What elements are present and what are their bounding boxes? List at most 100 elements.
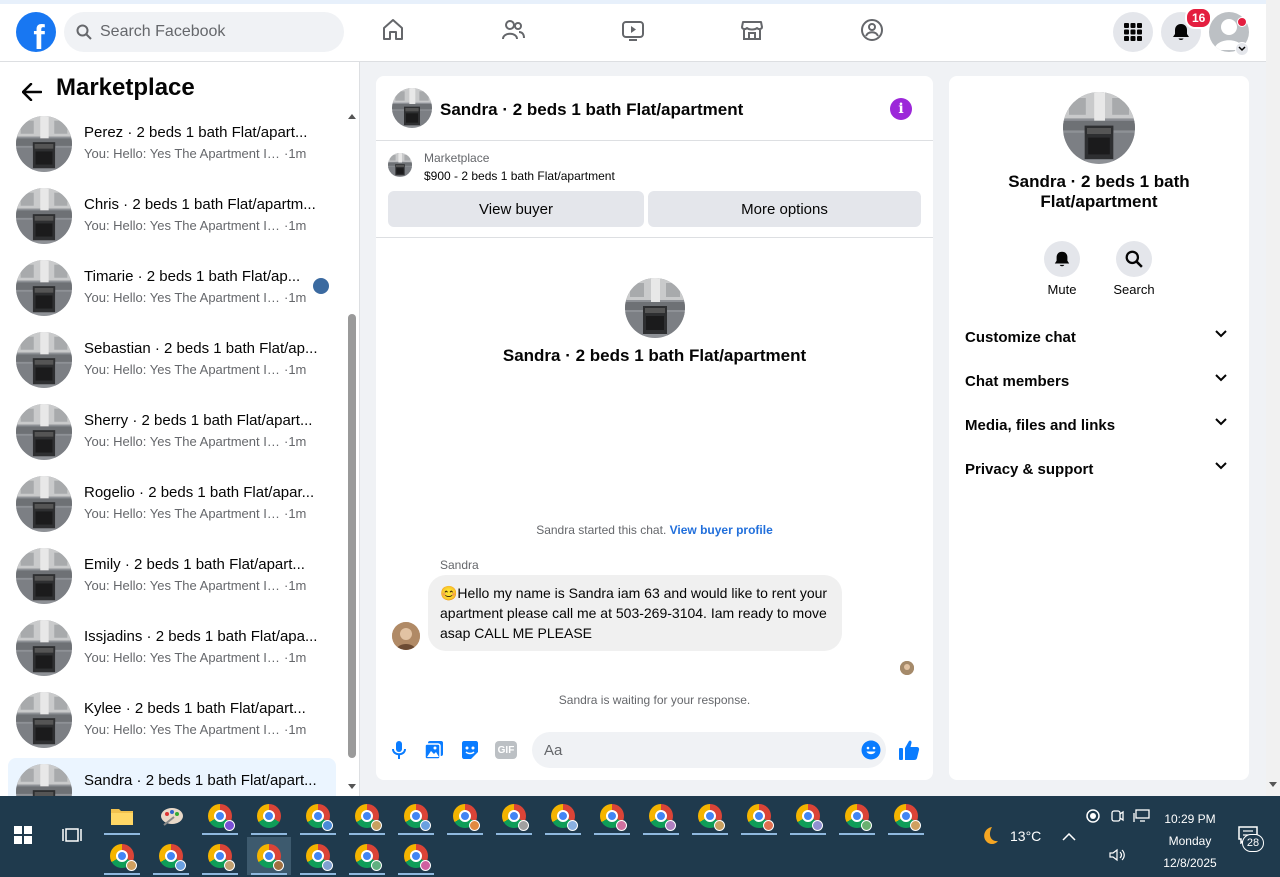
chrome-browser-icon[interactable] [541, 797, 585, 835]
thumbs-up-icon[interactable] [898, 739, 920, 761]
chevron-down-icon[interactable] [1235, 42, 1249, 56]
info-section-privacy-support[interactable]: Privacy & support [957, 449, 1241, 489]
info-section-chat-members[interactable]: Chat members [957, 361, 1241, 401]
chevron-down-icon [1215, 462, 1227, 470]
more-options-button[interactable]: More options [648, 191, 921, 227]
facebook-logo[interactable]: f [16, 12, 56, 52]
meet-now-icon[interactable] [1110, 809, 1124, 826]
conversation-item[interactable]: Chris · 2 beds 1 bath Flat/apartm... You:… [8, 182, 336, 250]
top-navigation-bar: f 16 [0, 0, 1266, 62]
microphone-icon[interactable] [388, 739, 410, 761]
chrome-browser-icon[interactable] [639, 797, 683, 835]
info-thumbnail[interactable] [1063, 92, 1135, 164]
chrome-browser-icon[interactable] [835, 797, 879, 835]
conversation-name: Kylee · 2 beds 1 bath Flat/apart... [84, 700, 306, 717]
info-section-media-files-and-links[interactable]: Media, files and links [957, 405, 1241, 445]
chrome-browser-icon[interactable] [786, 797, 830, 835]
chrome-browser-icon[interactable] [443, 797, 487, 835]
paint-app-icon[interactable] [150, 797, 194, 835]
window-scrollbar[interactable] [1266, 0, 1280, 796]
network-icon[interactable] [1133, 809, 1151, 826]
scrollbar-thumb[interactable] [348, 314, 356, 758]
emoji-icon[interactable] [860, 739, 882, 761]
conversation-item[interactable]: Perez · 2 beds 1 bath Flat/apart... You: … [8, 110, 336, 178]
gaming-icon[interactable] [858, 16, 886, 44]
conversation-thumbnail [16, 764, 72, 796]
conversation-item[interactable]: Sandra · 2 beds 1 bath Flat/apart... [8, 758, 336, 796]
marketplace-store-icon[interactable] [738, 16, 766, 44]
conversation-item[interactable]: Emily · 2 beds 1 bath Flat/apart... You: … [8, 542, 336, 610]
system-clock[interactable]: 10:29 PM Monday 12/8/2025 [1150, 808, 1230, 874]
chrome-browser-icon[interactable] [394, 797, 438, 835]
conversation-thumbnail [16, 548, 72, 604]
chat-thumbnail[interactable] [392, 88, 432, 128]
search-in-chat-button[interactable]: Search [1099, 241, 1169, 297]
windows-start-icon[interactable] [14, 826, 32, 844]
chrome-browser-icon[interactable] [198, 837, 242, 875]
message-bubble[interactable]: 😊Hello my name is Sandra iam 63 and woul… [428, 575, 842, 651]
chrome-browser-icon[interactable] [100, 837, 144, 875]
chrome-browser-icon[interactable] [345, 797, 389, 835]
listing-title[interactable]: $900 - 2 beds 1 bath Flat/apartment [424, 169, 615, 183]
chrome-browser-icon[interactable] [296, 797, 340, 835]
message-input[interactable] [532, 732, 886, 768]
friends-icon[interactable] [499, 16, 527, 44]
window-scroll-down-arrow[interactable] [1269, 782, 1277, 787]
sticker-icon[interactable] [459, 739, 481, 761]
conversation-name: Sandra · 2 beds 1 bath Flat/apart... [84, 772, 317, 789]
chrome-browser-icon[interactable] [296, 837, 340, 875]
mute-label: Mute [1047, 282, 1077, 297]
chrome-browser-icon[interactable] [345, 837, 389, 875]
chrome-browser-icon[interactable] [590, 797, 634, 835]
conversation-item[interactable]: Sebastian · 2 beds 1 bath Flat/ap... You:… [8, 326, 336, 394]
task-view-icon[interactable] [62, 826, 82, 844]
watch-video-icon[interactable] [619, 16, 647, 44]
conversation-item[interactable]: Rogelio · 2 beds 1 bath Flat/apar... You:… [8, 470, 336, 538]
view-buyer-button[interactable]: View buyer [388, 191, 644, 227]
scroll-up-arrow[interactable] [348, 114, 356, 119]
file-explorer-icon[interactable] [100, 797, 144, 835]
sidebar-scrollbar[interactable] [346, 110, 358, 796]
chrome-browser-icon[interactable] [198, 797, 242, 835]
conversation-item[interactable]: Sherry · 2 beds 1 bath Flat/apart... You:… [8, 398, 336, 466]
chrome-browser-icon[interactable] [247, 837, 291, 875]
photo-attach-icon[interactable] [423, 739, 445, 761]
conversation-item[interactable]: Timarie · 2 beds 1 bath Flat/ap... You: H… [8, 254, 336, 322]
conversation-preview: You: Hello: Yes The Apartment Is St... ·1… [84, 434, 306, 449]
info-section-customize-chat[interactable]: Customize chat [957, 317, 1241, 357]
conversation-last-message: You: Hello: Yes The Apartment Is St... [84, 650, 284, 665]
sender-avatar[interactable] [392, 622, 420, 650]
chrome-browser-icon[interactable] [394, 837, 438, 875]
conversation-last-message: You: Hello: Yes The Apartment Is St... [84, 218, 284, 233]
conversation-item[interactable]: Issjadins · 2 beds 1 bath Flat/apa... You… [8, 614, 336, 682]
chrome-browser-icon[interactable] [492, 797, 536, 835]
conversation-thumbnail [16, 692, 72, 748]
chrome-browser-icon[interactable] [247, 797, 291, 835]
chrome-browser-icon[interactable] [149, 837, 193, 875]
temperature: 13°C [1010, 828, 1042, 844]
search-box[interactable] [64, 12, 344, 52]
record-icon[interactable] [1086, 809, 1100, 826]
menu-grid-button[interactable] [1113, 12, 1153, 52]
chat-title[interactable]: Sandra · 2 beds 1 bath Flat/apartment [440, 100, 743, 120]
chrome-browser-icon[interactable] [737, 797, 781, 835]
weather-widget[interactable]: 13°C [976, 824, 1041, 848]
listing-thumbnail[interactable] [388, 153, 412, 177]
conversation-item[interactable]: Kylee · 2 beds 1 bath Flat/apart... You: … [8, 686, 336, 754]
scroll-down-arrow[interactable] [348, 784, 356, 789]
chat-intro-title: Sandra · 2 beds 1 bath Flat/apartment [502, 346, 807, 365]
info-icon[interactable]: i [890, 98, 912, 120]
clock-day: Monday [1168, 834, 1212, 848]
search-input[interactable] [100, 23, 320, 41]
chrome-browser-icon[interactable] [884, 797, 928, 835]
gif-button[interactable]: GIF [495, 741, 517, 759]
back-arrow-icon[interactable] [18, 78, 46, 106]
chrome-browser-icon[interactable] [688, 797, 732, 835]
chat-intro-thumbnail [625, 278, 685, 338]
home-icon[interactable] [379, 16, 407, 44]
speaker-volume-icon[interactable] [1108, 848, 1126, 865]
conversation-name: Sebastian · 2 beds 1 bath Flat/ap... [84, 340, 318, 357]
mute-button[interactable]: Mute [1027, 241, 1097, 297]
view-buyer-profile-link[interactable]: View buyer profile [670, 523, 773, 537]
show-hidden-icons-chevron-up-icon[interactable] [1062, 828, 1076, 846]
